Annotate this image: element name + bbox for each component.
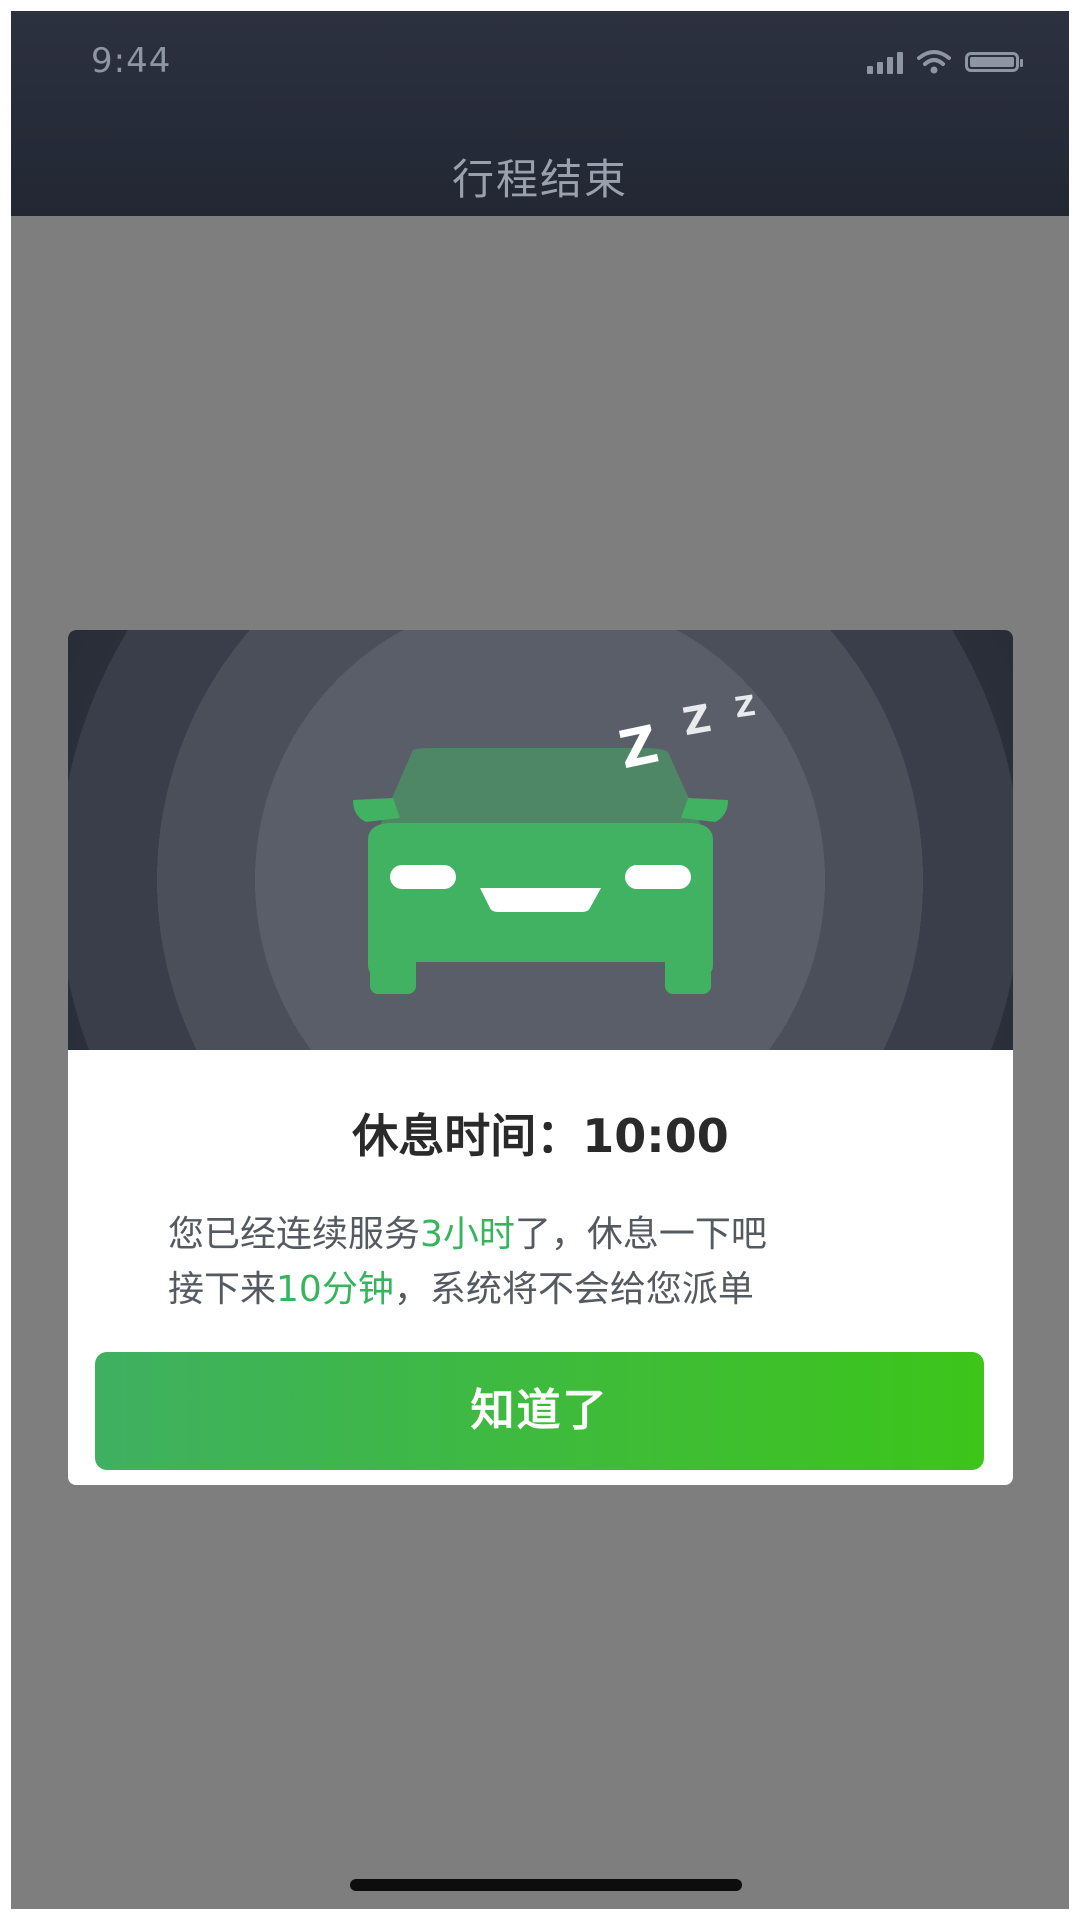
rest-reminder-dialog: Z Z Z 休息时间：10:00 您已经连续服务3小时了，休息一下吧 接下来10… xyxy=(68,630,1013,1485)
z-small: Z xyxy=(732,688,758,725)
page-title: 行程结束 xyxy=(451,155,628,204)
line1-post: 了，休息一下吧 xyxy=(514,1214,767,1255)
line2-post: ，系统将不会给您派单 xyxy=(393,1269,754,1310)
headlight-left xyxy=(390,865,456,889)
service-hours-highlight: 3小时 xyxy=(420,1214,515,1255)
no-dispatch-text: 接下来10分钟，系统将不会给您派单 xyxy=(168,1260,973,1312)
app-header: 9:44 行程结束 xyxy=(11,11,1069,216)
phone-screen: 9:44 行程结束 Z Z Z 休息时间：10:00 您已经连续服务3小时了，休… xyxy=(11,11,1069,1909)
line1-pre: 您已经连续服务 xyxy=(168,1214,421,1255)
line2-pre: 接下来 xyxy=(168,1269,277,1310)
battery-icon xyxy=(965,52,1023,72)
home-indicator[interactable] xyxy=(350,1879,742,1891)
wifi-icon xyxy=(917,50,951,74)
rest-minutes-highlight: 10分钟 xyxy=(276,1269,394,1310)
service-duration-text: 您已经连续服务3小时了，休息一下吧 xyxy=(168,1205,973,1257)
status-time: 9:44 xyxy=(91,41,172,81)
signal-icon xyxy=(867,50,903,74)
dialog-banner: Z Z Z xyxy=(68,630,1013,1050)
status-icons xyxy=(867,49,1023,75)
rest-time-title: 休息时间：10:00 xyxy=(352,1109,729,1163)
got-it-button[interactable]: 知道了 xyxy=(95,1352,984,1470)
headlight-right xyxy=(625,865,691,889)
sleeping-car-icon xyxy=(353,748,728,994)
